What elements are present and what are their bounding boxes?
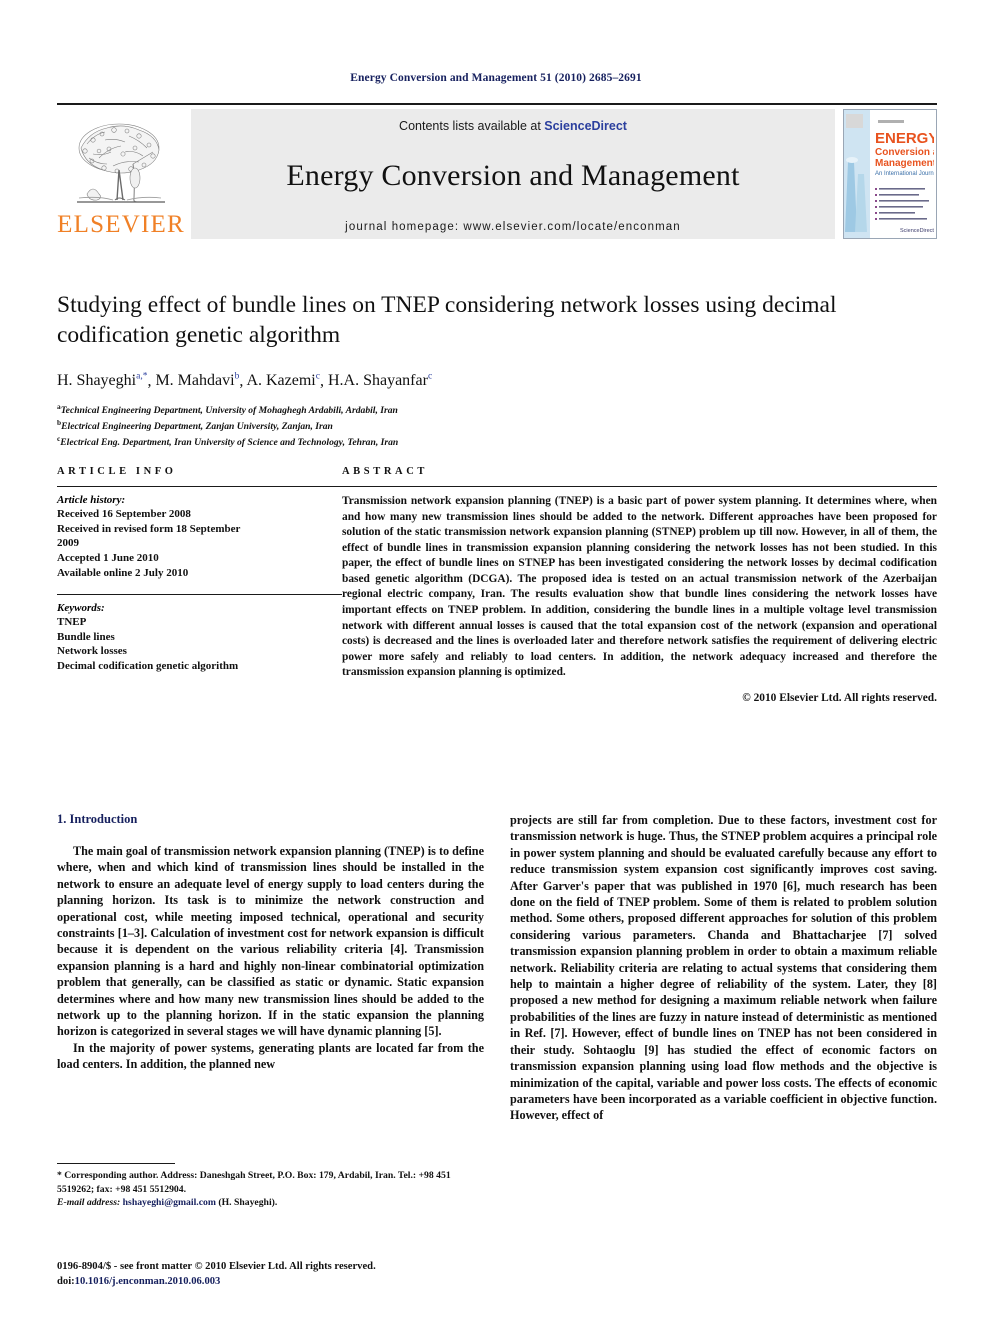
keywords-title: Keywords:: [57, 602, 105, 615]
abstract-column: Transmission network expansion planning …: [342, 486, 937, 704]
svg-text:Management: Management: [875, 158, 934, 169]
abstract-rule: Transmission network expansion planning …: [342, 486, 937, 704]
author-list: H. Shayeghia,*, M. Mahdavib, A. Kazemic,…: [57, 372, 937, 390]
info-abstract-headers: ARTICLE INFO ABSTRACT: [57, 466, 937, 477]
cover-art: ENERGY Conversion and Management An Inte…: [844, 110, 936, 238]
issn-line: 0196-8904/$ - see front matter © 2010 El…: [57, 1261, 376, 1272]
contents-available-line: Contents lists available at ScienceDirec…: [399, 119, 627, 133]
author-marks: c: [427, 372, 433, 383]
section-heading-introduction: 1. Introduction: [57, 812, 138, 826]
doi-line: doi:10.1016/j.enconman.2010.06.003: [57, 1274, 557, 1289]
paper-page: Energy Conversion and Management 51 (201…: [0, 0, 992, 1323]
title-block: Studying effect of bundle lines on TNEP …: [57, 290, 937, 450]
page-title: Studying effect of bundle lines on TNEP …: [57, 292, 837, 349]
abstract-heading: ABSTRACT: [342, 466, 428, 477]
affiliation-text: Technical Engineering Department, Univer…: [60, 405, 398, 417]
article-history-line: Received 16 September 2008: [57, 508, 191, 520]
author-name: H. Shayeghi: [57, 372, 137, 390]
affiliation-item: cElectrical Eng. Department, Iran Univer…: [57, 434, 937, 450]
body-column-left: 1. Introduction The main goal of transmi…: [57, 812, 484, 1124]
email-owner: (H. Shayeghi).: [218, 1197, 278, 1209]
journal-title: Energy Conversion and Management: [286, 159, 740, 192]
author-entry: A. Kazemic: [246, 372, 320, 389]
keyword-item: TNEP: [57, 616, 87, 629]
email-note: E-mail address: hshayeghi@gmail.com (H. …: [57, 1196, 484, 1210]
paragraph: In the majority of power systems, genera…: [57, 1040, 484, 1073]
article-history-line: Accepted 1 June 2010: [57, 551, 159, 564]
journal-masthead: ELSEVIER Contents lists available at Sci…: [57, 103, 937, 239]
article-info-column: Article history: Received 16 September 2…: [57, 486, 342, 704]
article-history-line: 2009: [57, 537, 79, 550]
paragraph-text: projects are still far from completion. …: [510, 813, 937, 1123]
elsevier-tree-icon: [77, 123, 165, 203]
body-column-right: projects are still far from completion. …: [510, 812, 937, 1124]
running-head: Energy Conversion and Management 51 (201…: [350, 72, 642, 84]
article-history-block: Article history: Received 16 September 2…: [57, 486, 342, 580]
affiliation-item: bElectrical Engineering Department, Zanj…: [57, 418, 937, 434]
author-name: A. Kazemi: [246, 372, 316, 390]
author-name: H.A. Shayanfar: [327, 372, 428, 390]
article-history-line: Available online 2 July 2010: [57, 566, 189, 579]
email-label: E-mail address:: [57, 1197, 121, 1209]
footnote-divider: [57, 1163, 175, 1164]
author-entry: H. Shayeghia,*: [57, 372, 147, 389]
author-entry: M. Mahdavib: [155, 372, 239, 389]
paragraph-text: In the majority of power systems, genera…: [57, 1040, 484, 1072]
doi-label: doi:: [57, 1276, 75, 1288]
affiliation-list: aTechnical Engineering Department, Unive…: [57, 402, 937, 449]
abstract-copyright: © 2010 Elsevier Ltd. All rights reserved…: [742, 691, 937, 704]
journal-band: Contents lists available at ScienceDirec…: [191, 109, 835, 239]
author-name: M. Mahdavi: [155, 372, 235, 390]
sciencedirect-link[interactable]: ScienceDirect: [544, 119, 627, 133]
affiliation-item: aTechnical Engineering Department, Unive…: [57, 402, 937, 418]
keyword-item: Network losses: [57, 645, 127, 658]
info-abstract-section: ARTICLE INFO ABSTRACT Article history: R…: [57, 466, 937, 704]
author-marks: a,*: [136, 372, 148, 383]
svg-text:Conversion and: Conversion and: [875, 147, 934, 158]
corresponding-author-note: * Corresponding author. Address: Daneshg…: [57, 1170, 451, 1195]
paragraph: The main goal of transmission network ex…: [57, 843, 484, 1040]
issn-doi-footer: 0196-8904/$ - see front matter © 2010 El…: [57, 1259, 557, 1289]
svg-text:ENERGY: ENERGY: [875, 130, 934, 147]
article-history-title: Article history:: [57, 494, 126, 506]
keyword-item: Bundle lines: [57, 630, 115, 643]
svg-text:An International Journal: An International Journal: [875, 171, 934, 177]
elsevier-logo: ELSEVIER: [57, 109, 185, 239]
abstract-text: Transmission network expansion planning …: [342, 495, 937, 679]
paragraph-text: The main goal of transmission network ex…: [57, 844, 484, 1039]
affiliation-text: Electrical Engineering Department, Zanja…: [61, 421, 333, 433]
author-sep: ,: [319, 372, 328, 390]
keyword-item: Decimal codification genetic algorithm: [57, 660, 239, 672]
svg-text:ScienceDirect: ScienceDirect: [900, 228, 934, 234]
keywords-block: Keywords: TNEP Bundle lines Network loss…: [57, 594, 342, 674]
paragraph: projects are still far from completion. …: [510, 812, 937, 1124]
article-history-line: Received in revised form 18 September: [57, 522, 241, 535]
body-columns: 1. Introduction The main goal of transmi…: [57, 812, 937, 1124]
article-info-heading: ARTICLE INFO: [57, 466, 177, 477]
elsevier-wordmark: ELSEVIER: [57, 211, 185, 238]
author-entry: H.A. Shayanfarc: [328, 372, 432, 389]
affiliation-text: Electrical Eng. Department, Iran Univers…: [60, 437, 399, 449]
footnote-block: * Corresponding author. Address: Daneshg…: [57, 1163, 484, 1210]
journal-homepage-link[interactable]: journal homepage: www.elsevier.com/locat…: [345, 221, 681, 233]
info-abstract-body: Article history: Received 16 September 2…: [57, 486, 937, 704]
journal-cover-thumbnail: ENERGY Conversion and Management An Inte…: [843, 109, 937, 239]
email-link[interactable]: hshayeghi@gmail.com: [123, 1197, 216, 1208]
doi-link[interactable]: 10.1016/j.enconman.2010.06.003: [75, 1276, 221, 1287]
contents-prefix: Contents lists available at: [399, 119, 545, 133]
